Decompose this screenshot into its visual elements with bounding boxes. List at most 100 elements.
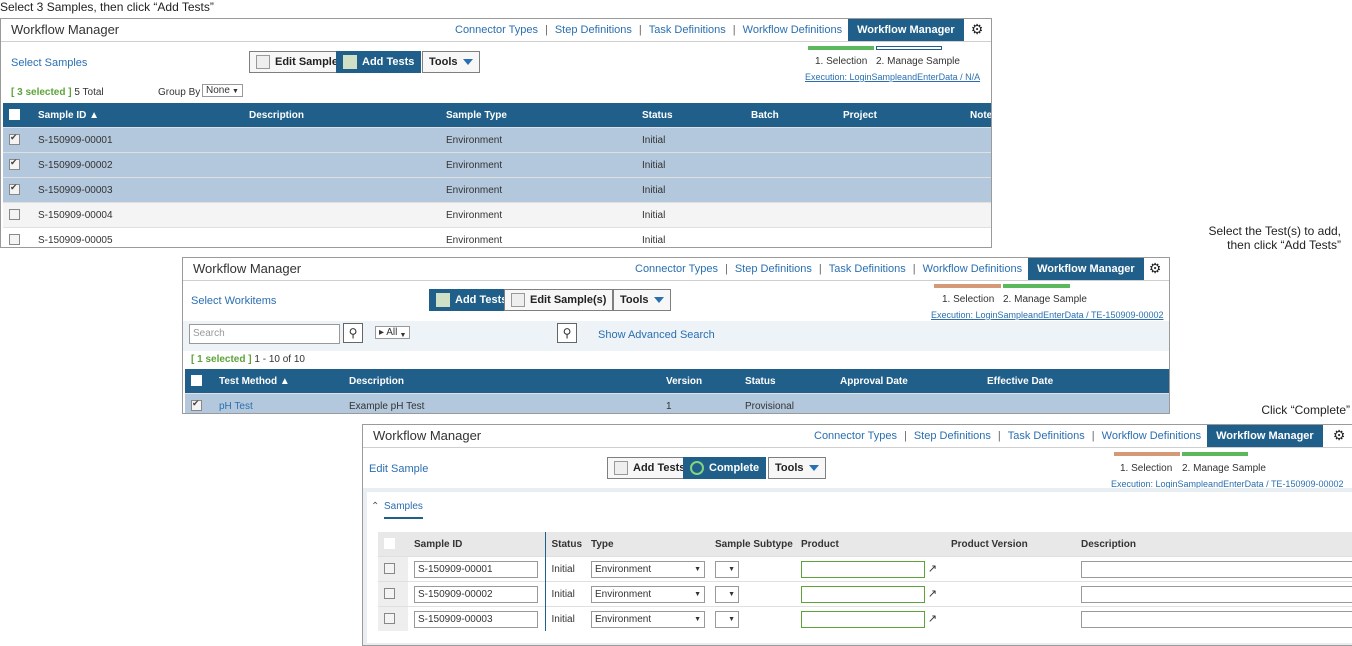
table-row[interactable]: S-150909-00001 Initial Environment ↗ [378, 556, 1352, 582]
table-row[interactable]: S-150909-00004 Environment Initial [3, 202, 991, 228]
col-approval-date[interactable]: Approval Date [834, 369, 981, 394]
col-description[interactable]: Description [243, 103, 440, 128]
nav-workflow-manager[interactable]: Workflow Manager [848, 19, 964, 41]
row-checkbox[interactable] [9, 132, 20, 146]
col-version[interactable]: Version [660, 369, 739, 394]
show-advanced-search-link[interactable]: Show Advanced Search [598, 329, 715, 341]
nav-workflow-manager[interactable]: Workflow Manager [1028, 258, 1144, 280]
execution-link[interactable]: Execution: LoginSampleandEnterData / TE-… [931, 310, 1164, 320]
nav-connector-types[interactable]: Connector Types [455, 24, 538, 36]
row-checkbox[interactable] [384, 613, 395, 625]
search-icon[interactable]: ⚲ [343, 323, 363, 343]
col-product-version[interactable]: Product Version [945, 532, 1075, 557]
type-select[interactable]: Environment [591, 610, 705, 628]
nav-connector-types[interactable]: Connector Types [635, 263, 718, 275]
col-type[interactable]: Type [585, 532, 709, 557]
col-description[interactable]: Description [1075, 532, 1352, 557]
table-row[interactable]: pH TestExample pH Test1Provisional [185, 393, 1169, 413]
type-select[interactable]: Environment [591, 585, 705, 603]
nav-workflow-definitions[interactable]: Workflow Definitions [923, 263, 1022, 275]
tools-menu-button[interactable]: Tools [768, 457, 826, 479]
sample-id-field[interactable]: S-150909-00002 [414, 585, 538, 603]
add-tests-button[interactable]: Add Tests [607, 457, 693, 479]
nav-step-definitions[interactable]: Step Definitions [735, 263, 812, 275]
table-row[interactable]: S-150909-00005 Environment Initial [3, 227, 991, 247]
col-note[interactable]: Note [964, 103, 991, 128]
row-checkbox[interactable] [9, 209, 20, 221]
nav-workflow-definitions[interactable]: Workflow Definitions [1102, 430, 1201, 442]
open-external-icon[interactable]: ↗ [928, 613, 937, 625]
nav-task-definitions[interactable]: Task Definitions [1008, 430, 1085, 442]
tools-menu-button[interactable]: Tools [613, 289, 671, 311]
col-status[interactable]: Status [739, 369, 834, 394]
description-field[interactable] [1081, 560, 1352, 578]
table-row[interactable]: S-150909-00002 Initial Environment ↗ [378, 581, 1352, 607]
col-sample-type[interactable]: Sample Type [440, 103, 636, 128]
sample-id-field[interactable]: S-150909-00003 [414, 610, 538, 628]
edit-sample-label: Edit Sample [275, 56, 338, 68]
table-row[interactable]: S-150909-00001 EnvironmentInitial [3, 127, 991, 153]
row-checkbox[interactable] [384, 588, 395, 600]
complete-button[interactable]: Complete [683, 457, 767, 479]
execution-link[interactable]: Execution: LoginSampleandEnterData / N/A [805, 72, 980, 82]
select-all-checkbox[interactable] [185, 369, 213, 394]
row-checkbox[interactable] [384, 563, 395, 575]
gear-icon[interactable]: ⚙ [1147, 260, 1163, 276]
open-external-icon[interactable]: ↗ [928, 588, 937, 600]
nav-workflow-manager[interactable]: Workflow Manager [1207, 425, 1323, 447]
open-external-icon[interactable]: ↗ [928, 563, 937, 575]
col-project[interactable]: Project [837, 103, 964, 128]
chevron-up-icon[interactable]: ⌃ [371, 501, 379, 512]
col-status[interactable]: Status [545, 532, 585, 557]
product-field[interactable] [801, 610, 925, 628]
gear-icon[interactable]: ⚙ [969, 21, 985, 37]
type-select[interactable]: Environment [591, 560, 705, 578]
tab-samples[interactable]: Samples [384, 501, 423, 519]
cell-test-method-link[interactable]: pH Test [213, 393, 343, 413]
product-field[interactable] [801, 585, 925, 603]
sample-subtype-select[interactable] [715, 560, 739, 578]
edit-samples-button[interactable]: Edit Sample(s) [504, 289, 614, 311]
col-test-method[interactable]: Test Method ▲ [213, 369, 343, 394]
col-effective-date[interactable]: Effective Date [981, 369, 1169, 394]
description-field[interactable] [1081, 585, 1352, 603]
sample-subtype-select[interactable] [715, 610, 739, 628]
select-all-checkbox[interactable] [378, 532, 408, 557]
table-row[interactable]: S-150909-00003 Initial Environment ↗ [378, 606, 1352, 631]
tools-menu-button[interactable]: Tools [422, 51, 480, 73]
edit-sample-button[interactable]: Edit Sample [249, 51, 345, 73]
col-sample-id[interactable]: Sample ID [408, 532, 546, 557]
instruction-callout-3: Click “Complete” [1261, 403, 1350, 417]
table-row[interactable]: S-150909-00003 EnvironmentInitial [3, 177, 991, 203]
search-input[interactable]: Search [189, 324, 340, 344]
nav-separator: | [997, 430, 1001, 442]
nav-connector-types[interactable]: Connector Types [814, 430, 897, 442]
search-icon[interactable]: ⚲ [557, 323, 577, 343]
col-status[interactable]: Status [636, 103, 745, 128]
col-sample-subtype[interactable]: Sample Subtype [709, 532, 795, 557]
add-tests-button[interactable]: Add Tests [429, 289, 515, 311]
product-field[interactable] [801, 560, 925, 578]
row-checkbox[interactable] [191, 398, 202, 412]
row-checkbox[interactable] [9, 182, 20, 196]
nav-workflow-definitions[interactable]: Workflow Definitions [743, 24, 842, 36]
col-sample-id[interactable]: Sample ID ▲ [32, 103, 243, 128]
select-all-checkbox[interactable] [3, 103, 32, 128]
nav-task-definitions[interactable]: Task Definitions [649, 24, 726, 36]
table-row[interactable]: S-150909-00002 EnvironmentInitial [3, 152, 991, 178]
filter-select[interactable]: ▸ All [375, 326, 411, 339]
description-field[interactable] [1081, 610, 1352, 628]
add-tests-button[interactable]: Add Tests [336, 51, 422, 73]
nav-step-definitions[interactable]: Step Definitions [555, 24, 632, 36]
row-checkbox[interactable] [9, 157, 20, 171]
gear-icon[interactable]: ⚙ [1331, 427, 1347, 443]
row-checkbox[interactable] [9, 234, 20, 246]
sample-subtype-select[interactable] [715, 585, 739, 603]
nav-step-definitions[interactable]: Step Definitions [914, 430, 991, 442]
col-batch[interactable]: Batch [745, 103, 837, 128]
col-description[interactable]: Description [343, 369, 660, 394]
sample-id-field[interactable]: S-150909-00001 [414, 560, 538, 578]
nav-task-definitions[interactable]: Task Definitions [829, 263, 906, 275]
group-by-select[interactable]: None [202, 84, 243, 97]
col-product[interactable]: Product [795, 532, 945, 557]
